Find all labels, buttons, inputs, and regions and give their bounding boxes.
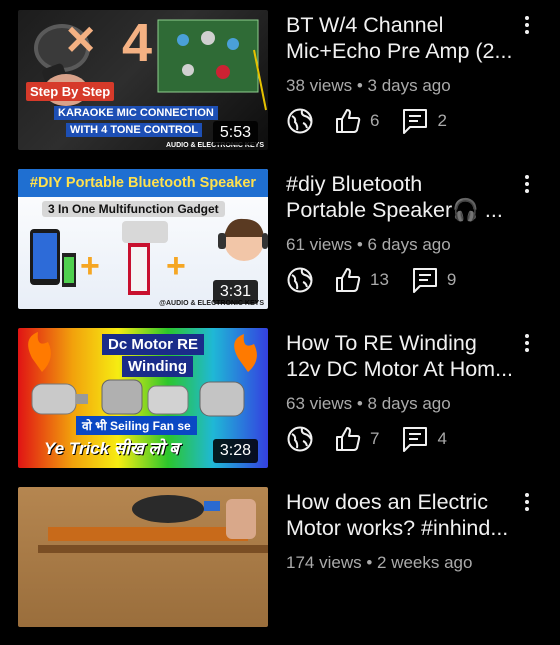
video-item[interactable]: #DIY Portable Bluetooth Speaker 3 In One… bbox=[0, 169, 560, 327]
view-count: 61 views bbox=[286, 235, 353, 254]
thumb-caption-line1: KARAOKE MIC CONNECTION bbox=[54, 106, 218, 120]
meta-separator: • bbox=[352, 235, 368, 254]
thumb-step-banner: Step By Step bbox=[26, 82, 115, 101]
video-actions: 13 9 bbox=[286, 265, 478, 295]
video-thumbnail[interactable] bbox=[18, 487, 268, 627]
video-title-line-2: Motor works? #inhind... bbox=[286, 516, 509, 540]
thumb-caption-line2: WITH 4 TONE CONTROL bbox=[66, 123, 203, 137]
video-title-line-1: How does an Electric bbox=[286, 490, 488, 514]
like-icon[interactable] bbox=[334, 425, 362, 453]
video-title-line-1: BT W/4 Channel bbox=[286, 13, 444, 37]
video-title[interactable]: #diy Bluetooth Portable Speaker🎧 ... bbox=[286, 171, 522, 223]
more-options-icon[interactable] bbox=[516, 169, 538, 199]
upload-age: 3 days ago bbox=[367, 76, 451, 95]
svg-text:+: + bbox=[80, 247, 100, 285]
video-duration: 3:28 bbox=[212, 439, 258, 463]
like-count: 6 bbox=[370, 111, 380, 130]
video-item[interactable]: × 4 Step By Step KARAOKE MIC CONNECTION … bbox=[0, 10, 560, 168]
view-count: 38 views bbox=[286, 76, 353, 95]
meta-separator: • bbox=[352, 394, 368, 413]
like-icon[interactable] bbox=[334, 107, 362, 135]
video-meta: 38 views • 3 days ago bbox=[286, 76, 451, 96]
comment-icon[interactable] bbox=[401, 107, 429, 135]
thumb-fan-caption: वो भी Seiling Fan se bbox=[76, 416, 197, 435]
video-meta: 63 views • 8 days ago bbox=[286, 394, 451, 414]
thumb-trick-caption: Ye Trick सीख लो ब bbox=[44, 439, 179, 458]
video-item[interactable]: Dc Motor RE Winding वो भी Seiling Fan se… bbox=[0, 328, 560, 486]
globe-icon[interactable] bbox=[286, 107, 314, 135]
video-thumbnail[interactable]: Dc Motor RE Winding वो भी Seiling Fan se… bbox=[18, 328, 268, 468]
video-title-line-2: Mic+Echo Pre Amp (2... bbox=[286, 39, 513, 63]
like-count: 13 bbox=[370, 270, 389, 289]
more-options-icon[interactable] bbox=[516, 10, 538, 40]
comment-count: 4 bbox=[437, 429, 447, 448]
view-count: 63 views bbox=[286, 394, 353, 413]
globe-icon[interactable] bbox=[286, 425, 314, 453]
video-meta: 174 views • 2 weeks ago bbox=[286, 553, 472, 573]
motor-experiment-illustration bbox=[38, 495, 268, 553]
video-actions: 7 4 bbox=[286, 424, 469, 454]
video-actions: 6 2 bbox=[286, 106, 469, 136]
upload-age: 8 days ago bbox=[367, 394, 451, 413]
meta-separator: • bbox=[361, 553, 378, 572]
video-title[interactable]: How To RE Winding 12v DC Motor At Hom... bbox=[286, 330, 522, 382]
svg-text:+: + bbox=[166, 247, 186, 285]
comment-icon[interactable] bbox=[401, 425, 429, 453]
video-thumbnail[interactable]: #DIY Portable Bluetooth Speaker 3 In One… bbox=[18, 169, 268, 309]
video-title-line-2: Portable Speaker🎧 ... bbox=[286, 198, 503, 222]
like-count: 7 bbox=[370, 429, 380, 448]
comment-count: 9 bbox=[446, 270, 457, 289]
more-options-icon[interactable] bbox=[516, 328, 538, 358]
video-meta: 61 views • 6 days ago bbox=[286, 235, 451, 255]
more-options-icon[interactable] bbox=[516, 487, 538, 517]
video-duration: 3:31 bbox=[212, 280, 258, 304]
video-title-line-2: 12v DC Motor At Hom... bbox=[286, 357, 514, 381]
view-count: 174 views bbox=[286, 553, 362, 572]
like-icon[interactable] bbox=[334, 266, 362, 294]
comment-icon[interactable] bbox=[411, 266, 439, 294]
upload-age: 6 days ago bbox=[367, 235, 451, 254]
comment-count: 2 bbox=[437, 111, 447, 130]
meta-separator: • bbox=[352, 76, 368, 95]
video-item[interactable]: How does an Electric Motor works? #inhin… bbox=[0, 487, 560, 645]
video-title[interactable]: How does an Electric Motor works? #inhin… bbox=[286, 489, 522, 541]
video-title[interactable]: BT W/4 Channel Mic+Echo Pre Amp (2... bbox=[286, 12, 522, 64]
upload-age: 2 weeks ago bbox=[377, 553, 473, 572]
video-title-line-1: #diy Bluetooth bbox=[286, 172, 423, 196]
globe-icon[interactable] bbox=[286, 266, 314, 294]
video-title-line-1: How To RE Winding bbox=[286, 331, 477, 355]
video-duration: 5:53 bbox=[212, 121, 258, 145]
video-thumbnail[interactable]: × 4 Step By Step KARAOKE MIC CONNECTION … bbox=[18, 10, 268, 150]
